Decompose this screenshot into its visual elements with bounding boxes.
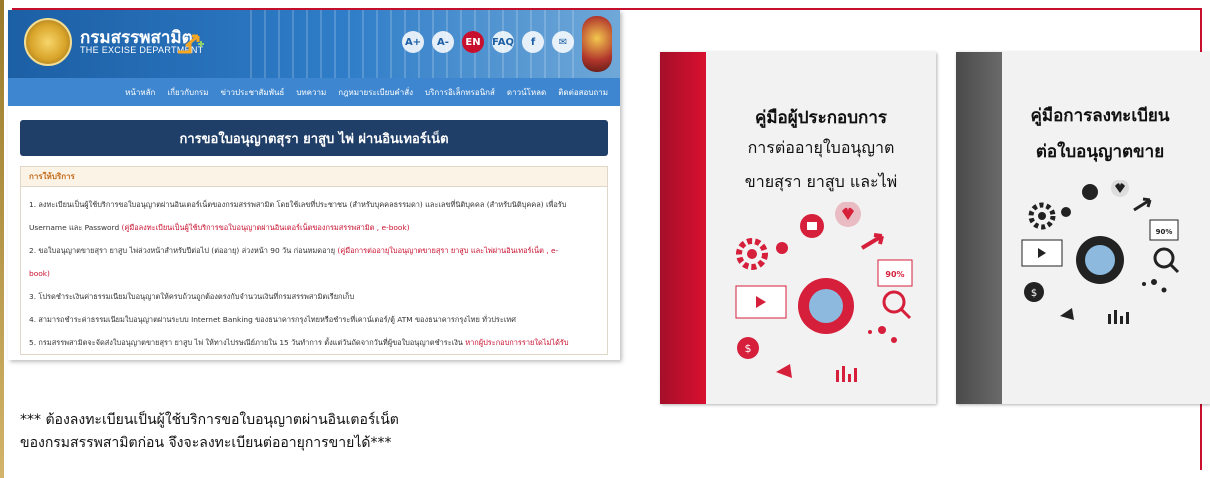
service-item: Username และ Password (คู่มือลงทะเบียนเป… <box>29 216 599 239</box>
service-item-text: 4. สามารถชำระค่าธรรมเนียมใบอนุญาตผ่านระบ… <box>29 315 516 324</box>
svg-text:$: $ <box>745 342 752 355</box>
trend-arrow-icon <box>860 233 884 250</box>
service-item-link[interactable]: หากผู้ประกอบการรายใดไม่ได้รับ <box>465 338 568 347</box>
ebook-cover-registration[interactable]: คู่มือการลงทะเบียน ต่อใบอนุญาตขาย 90% $ <box>956 52 1210 404</box>
service-item-text: 3. โปรดชำระเงินค่าธรรมเนียมใบอนุญาตให้คร… <box>29 292 355 301</box>
svg-text:$: $ <box>1031 288 1037 299</box>
bar-chart-icon <box>1108 310 1129 324</box>
percent-badge: 90% <box>885 270 904 279</box>
service-item-link[interactable]: book) <box>29 269 50 278</box>
faq-icon[interactable]: FAQ <box>492 31 514 53</box>
service-list: 1. ลงทะเบียนเป็นผู้ใช้บริการขอใบอนุญาตผ่… <box>21 187 607 354</box>
dollar-icon: $ <box>1024 282 1044 302</box>
megaphone-icon <box>776 364 792 378</box>
thumbs-up-icon <box>1082 184 1098 200</box>
service-item-text: 2. ขอใบอนุญาตขายสุรา ยาสูบ ไพ่ล่วงหน้าสำ… <box>29 246 338 255</box>
book-cover: คู่มือผู้ประกอบการ การต่ออายุใบอนุญาต ขา… <box>706 52 936 404</box>
service-item-text: 1. ลงทะเบียนเป็นผู้ใช้บริการขอใบอนุญาตผ่… <box>29 200 567 209</box>
excise-seal-icon <box>809 289 843 323</box>
service-item: book) <box>29 262 599 285</box>
service-item: 2. ขอใบอนุญาตขายสุรา ยาสูบ ไพ่ล่วงหน้าสำ… <box>29 239 599 262</box>
service-item-link[interactable]: (คู่มือการต่ออายุใบอนุญาตขายสุรา ยาสูบ แ… <box>337 246 558 255</box>
gear-icon <box>1028 202 1056 230</box>
dot-icon <box>1061 207 1071 217</box>
excise-seal-icon <box>1085 245 1115 275</box>
heart-icon <box>835 202 861 227</box>
book-cover: คู่มือการลงทะเบียน ต่อใบอนุญาตขาย 90% $ <box>1002 52 1210 404</box>
gear-icon <box>736 238 768 270</box>
thumbs-up-icon <box>800 214 824 238</box>
bar-chart-icon <box>836 366 857 382</box>
service-box: การให้บริการ 1. ลงทะเบียนเป็นผู้ใช้บริกา… <box>20 166 608 355</box>
note-line-2: ของกรมสรรพสามิตก่อน จึงจะลงทะเบียนต่ออาย… <box>20 435 392 451</box>
nav-item[interactable]: หน้าหลัก <box>125 86 155 99</box>
megaphone-icon <box>1060 308 1074 320</box>
service-item: 3. โปรดชำระเงินค่าธรรมเนียมใบอนุญาตให้คร… <box>29 285 599 308</box>
nav-item[interactable]: บริการอิเล็กทรอนิกส์ <box>425 86 495 99</box>
molecule-icon <box>1142 279 1167 293</box>
font-increase-icon[interactable]: A+ <box>402 31 424 53</box>
book-title-line-2: การต่ออายุใบอนุญาต <box>747 138 895 157</box>
registration-note: *** ต้องลงทะเบียนเป็นผู้ใช้บริการขอใบอนุ… <box>20 409 399 455</box>
service-item: 1. ลงทะเบียนเป็นผู้ใช้บริการขอใบอนุญาตผ่… <box>29 193 599 216</box>
book-title-line-1: คู่มือการลงทะเบียน <box>1030 106 1170 126</box>
magnifier-icon <box>882 290 912 320</box>
percent-badge: 90% <box>1156 228 1173 236</box>
left-edge-strip <box>0 0 4 478</box>
font-decrease-icon[interactable]: A- <box>432 31 454 53</box>
magnifier-icon <box>1153 247 1180 274</box>
nav-item[interactable]: บทความ <box>296 86 326 99</box>
nav-item[interactable]: กฎหมายระเบียบคำสั่ง <box>338 86 413 99</box>
service-item-text: 5. กรมสรรพสามิตจะจัดส่งใบอนุญาตขายสุรา ย… <box>29 338 466 347</box>
facebook-icon[interactable]: f <box>522 31 544 53</box>
main-nav: หน้าหลัก เกี่ยวกับกรม ข่าวประชาสัมพันธ์ บทค… <box>8 78 620 106</box>
book-spine <box>660 52 706 404</box>
molecule-icon <box>868 326 897 343</box>
service-item: 4. สามารถชำระค่าธรรมเนียมใบอนุญาตผ่านระบ… <box>29 308 599 331</box>
excise-emblem-icon[interactable] <box>24 18 72 66</box>
nav-item[interactable]: ดาวน์โหลด <box>507 86 546 99</box>
book-title-line-1: คู่มือผู้ประกอบการ <box>754 108 888 128</box>
service-item-text: Username และ Password <box>29 223 122 232</box>
service-item: 5. กรมสรรพสามิตจะจัดส่งใบอนุญาตขายสุรา ย… <box>29 331 599 354</box>
site-header: กรมสรรพสามิต THE EXCISE DEPARTMENT A+ A- E… <box>8 10 620 78</box>
heart-icon <box>1111 180 1129 197</box>
marketing-illustration: 90% $ <box>1021 180 1180 324</box>
royal-seal-icon <box>582 16 612 72</box>
nav-item[interactable]: ติดต่อสอบถาม <box>558 86 608 99</box>
dollar-icon: $ <box>737 337 759 359</box>
dot-icon <box>776 242 788 254</box>
header-icon-bar: A+A-ENFAQf✉⚲ <box>402 31 604 53</box>
nav-item[interactable]: ข่าวประชาสัมพันธ์ <box>220 86 284 99</box>
email-icon[interactable]: ✉ <box>552 31 574 53</box>
service-item-link[interactable]: (คู่มือลงทะเบียนเป็นผู้ใช้บริการขอใบอนุญ… <box>122 223 410 232</box>
trend-arrow-icon <box>1133 197 1152 212</box>
english-flag-icon[interactable]: EN <box>462 31 484 53</box>
service-section-head: การให้บริการ <box>21 167 607 187</box>
note-line-1: *** ต้องลงทะเบียนเป็นผู้ใช้บริการขอใบอนุ… <box>20 412 399 428</box>
website-screenshot: กรมสรรพสามิต THE EXCISE DEPARTMENT A+ A- E… <box>8 10 620 360</box>
page-title: การขอใบอนุญาตสุรา ยาสูบ ไพ่ ผ่านอินเทอร์… <box>20 120 608 156</box>
book-title-line-2: ต่อใบอนุญาตขาย <box>1035 142 1165 162</box>
nav-item[interactable]: เกี่ยวกับกรม <box>167 86 208 99</box>
ebook-cover-renewal[interactable]: คู่มือผู้ประกอบการ การต่ออายุใบอนุญาต ขา… <box>660 52 936 404</box>
logo-arrow-icon <box>178 34 204 54</box>
book-title-line-3: ขายสุรา ยาสูบ และไพ่ <box>744 172 898 191</box>
marketing-illustration: 90% $ <box>735 202 913 382</box>
